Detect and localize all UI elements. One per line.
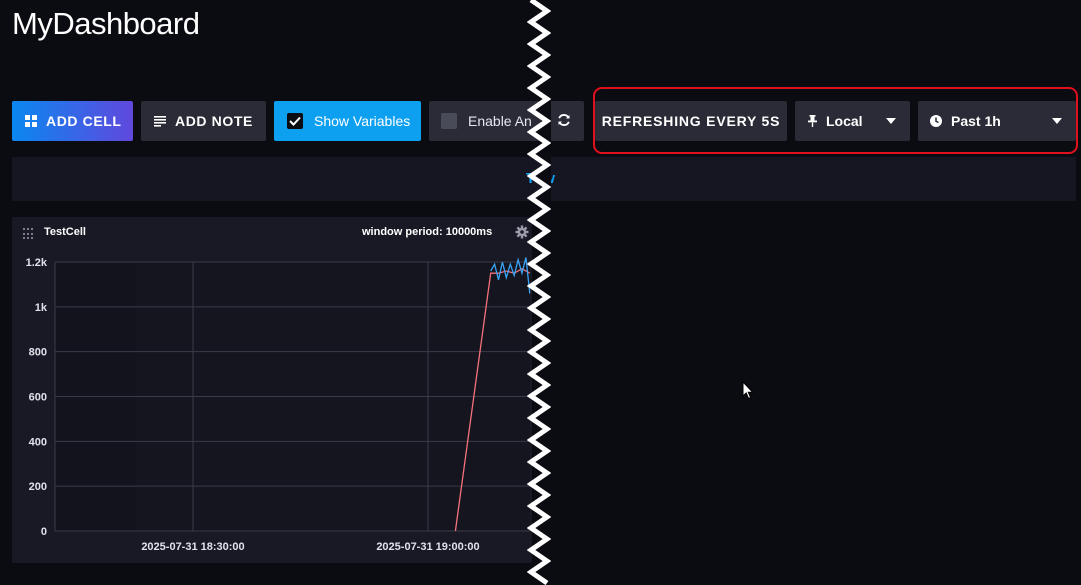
refresh-icon — [557, 113, 571, 130]
torn-edge — [527, 0, 551, 585]
mouse-cursor-icon — [742, 381, 754, 400]
add-note-label: ADD NOTE — [175, 113, 253, 129]
y-tick-label: 200 — [29, 481, 47, 493]
y-tick-label: 400 — [29, 436, 47, 448]
y-tick-label: 800 — [29, 347, 47, 359]
dashboard-cell: TestCell window period: 10000ms 0 200 400 6… — [12, 217, 532, 563]
note-lines-icon — [154, 115, 166, 127]
checkbox-checked-icon — [287, 113, 303, 129]
add-cell-button[interactable]: ADD CELL — [12, 101, 133, 141]
checkbox-unchecked-icon — [441, 113, 457, 129]
add-note-button[interactable]: ADD NOTE — [141, 101, 266, 141]
enable-annotations-label: Enable An — [468, 113, 532, 129]
grid-icon — [25, 115, 37, 127]
add-cell-label: ADD CELL — [46, 113, 122, 129]
y-tick-label: 1k — [35, 302, 48, 314]
show-variables-toggle[interactable]: Show Variables — [274, 101, 421, 141]
show-variables-label: Show Variables — [314, 113, 411, 129]
page-title: MyDashboard — [12, 6, 200, 41]
y-tick-label: 0 — [41, 526, 47, 538]
x-tick-label: 2025-07-31 18:30:00 — [141, 541, 244, 553]
highlight-annotation — [593, 87, 1078, 154]
x-tick-label: 2025-07-31 19:00:00 — [376, 541, 479, 553]
line-chart[interactable]: 0 200 400 600 800 1k 1.2k 2025-07-31 18:30:00 20… — [12, 217, 532, 563]
enable-annotations-toggle[interactable]: Enable An — [429, 101, 541, 141]
dashboard-page: MyDashboard ADD CELL ADD NOTE Show Varia… — [0, 0, 1081, 585]
y-tick-label: 600 — [29, 392, 47, 404]
y-tick-label: 1.2k — [26, 257, 48, 269]
